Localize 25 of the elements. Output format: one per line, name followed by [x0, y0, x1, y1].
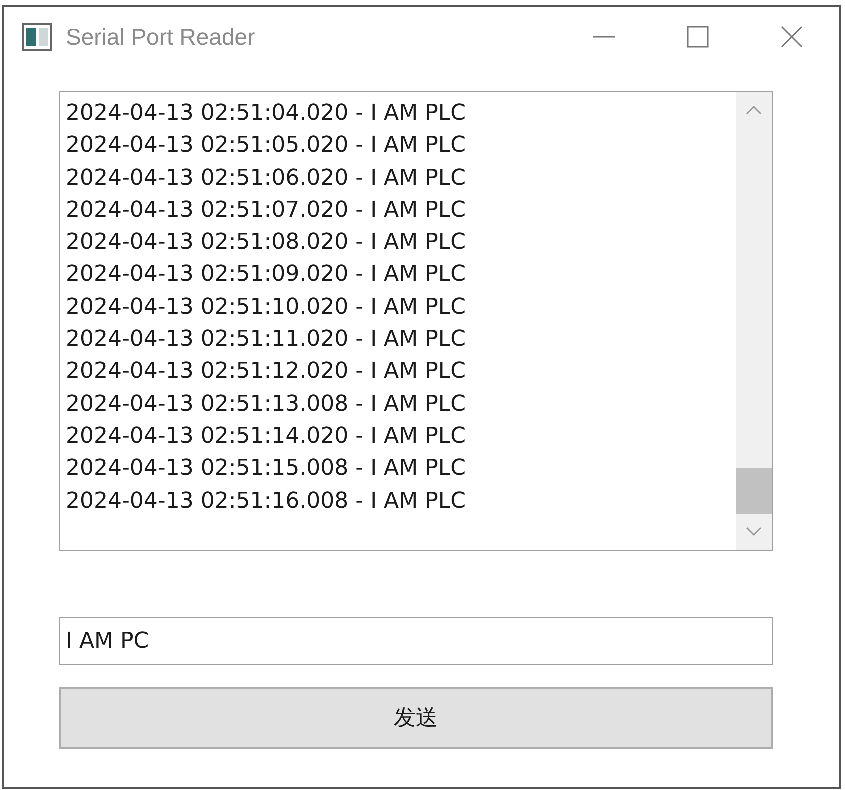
minimize-icon — [592, 36, 616, 38]
scroll-up-icon[interactable] — [746, 105, 762, 115]
log-line: 2024-04-13 02:51:10.020 - I AM PLC — [66, 294, 467, 322]
log-line: 2024-04-13 02:51:06.020 - I AM PLC — [66, 164, 467, 193]
send-button[interactable]: 发送 — [59, 687, 773, 749]
maximize-icon — [686, 25, 710, 49]
window-title: Serial Port Reader — [66, 24, 256, 50]
log-line: 2024-04-13 02:51:14.020 - I AM PLC — [66, 422, 467, 451]
log-list[interactable] — [59, 91, 773, 551]
log-line: 2024-04-13 02:51:07.020 - I AM PLC — [66, 196, 467, 225]
log-line: 2024-04-13 02:51:04.020 - I AM PLC — [66, 100, 467, 128]
close-icon — [780, 25, 804, 49]
log-line: 2024-04-13 02:51:13.008 - I AM PLC — [66, 390, 467, 419]
app-icon — [22, 23, 52, 51]
log-line: 2024-04-13 02:51:12.020 - I AM PLC — [66, 358, 467, 386]
log-line: 2024-04-13 02:51:16.008 - I AM PLC — [66, 488, 467, 516]
log-line: 2024-04-13 02:51:05.020 - I AM PLC — [66, 132, 467, 160]
log-line: 2024-04-13 02:51:08.020 - I AM PLC — [66, 229, 467, 258]
log-line: 2024-04-13 02:51:11.020 - I AM PLC — [66, 326, 467, 354]
log-line: 2024-04-13 02:51:15.008 - I AM PLC — [66, 455, 467, 484]
log-line: 2024-04-13 02:51:09.020 - I AM PLC — [66, 261, 467, 290]
message-input[interactable]: I AM PC — [59, 617, 773, 665]
scrollbar[interactable] — [736, 92, 772, 550]
scroll-thumb[interactable] — [736, 468, 772, 514]
scroll-down-icon[interactable] — [746, 527, 762, 537]
